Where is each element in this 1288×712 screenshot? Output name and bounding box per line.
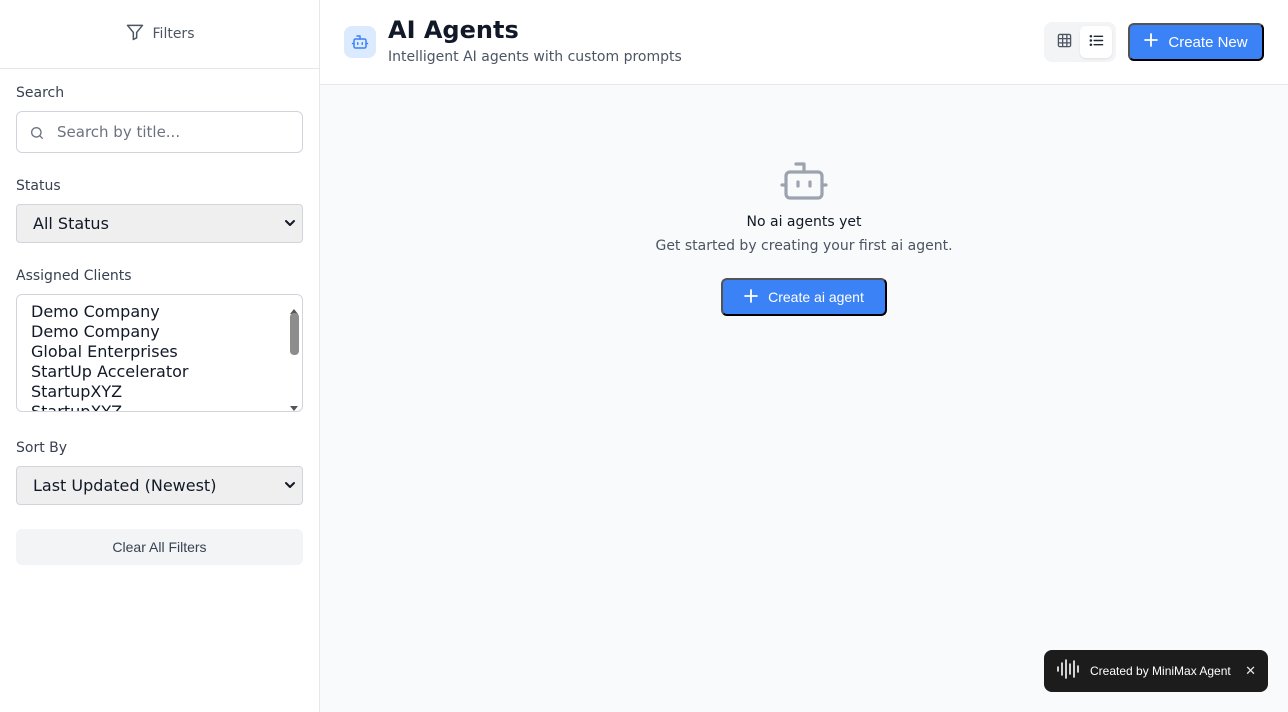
bot-icon [344, 26, 376, 58]
empty-state-title: No ai agents yet [746, 214, 862, 230]
view-toggle [1044, 22, 1116, 62]
create-new-button[interactable]: Create New [1128, 23, 1264, 61]
sort-by-label: Sort By [16, 440, 68, 456]
filter-sidebar: Filters Search Status All Status Assigne… [0, 0, 320, 712]
clear-all-filters-button[interactable]: Clear All Filters [16, 529, 303, 565]
page-header: AI Agents Intelligent AI agents with cus… [320, 0, 1288, 85]
client-option[interactable]: Demo Company [31, 302, 302, 322]
bot-icon [780, 160, 828, 202]
list-view-button[interactable] [1080, 26, 1112, 58]
grid-view-button[interactable] [1048, 26, 1080, 58]
sort-select-value: Last Updated (Newest) [33, 476, 217, 495]
create-new-label: Create New [1168, 33, 1248, 51]
filters-header: Filters [0, 0, 319, 69]
chevron-down-icon [284, 476, 296, 495]
client-option[interactable]: StartupXYZ [31, 382, 302, 402]
badge-text: Created by MiniMax Agent [1090, 664, 1231, 678]
scroll-up-arrow-icon[interactable] [289, 300, 299, 314]
grid-icon [1057, 33, 1072, 52]
filter-icon [125, 22, 145, 46]
plus-icon [1144, 33, 1159, 51]
status-label: Status [16, 178, 61, 194]
sort-select[interactable]: Last Updated (Newest) [16, 466, 303, 505]
search-icon [29, 125, 45, 141]
scroll-down-arrow-icon[interactable] [289, 398, 299, 411]
empty-state: No ai agents yet Get started by creating… [320, 160, 1288, 316]
status-select[interactable]: All Status [16, 204, 303, 243]
status-select-value: All Status [33, 214, 109, 233]
list-icon [1089, 33, 1104, 52]
close-icon[interactable]: ✕ [1245, 664, 1256, 679]
search-input[interactable] [17, 112, 302, 152]
client-option[interactable]: Demo Company [31, 322, 302, 342]
chevron-down-icon [284, 214, 296, 233]
listbox-scrollbar[interactable] [290, 313, 299, 355]
create-ai-agent-button[interactable]: Create ai agent [721, 278, 887, 316]
client-option[interactable]: StartUp Accelerator [31, 362, 302, 382]
client-option[interactable]: Global Enterprises [31, 342, 302, 362]
search-label: Search [16, 85, 65, 101]
filters-title: Filters [152, 26, 195, 42]
search-field [16, 111, 303, 153]
empty-state-description: Get started by creating your first ai ag… [655, 238, 953, 254]
create-ai-agent-label: Create ai agent [768, 289, 864, 305]
minimax-agent-badge[interactable]: Created by MiniMax Agent ✕ [1044, 650, 1268, 692]
page-title: AI Agents [388, 16, 519, 44]
client-option[interactable]: StartupXYZ [31, 402, 302, 411]
plus-icon [744, 288, 759, 306]
assigned-clients-listbox[interactable]: Demo Company Demo Company Global Enterpr… [16, 294, 303, 412]
assigned-clients-label: Assigned Clients [16, 268, 132, 284]
page-subtitle: Intelligent AI agents with custom prompt… [388, 49, 682, 65]
waveform-icon [1056, 658, 1082, 684]
